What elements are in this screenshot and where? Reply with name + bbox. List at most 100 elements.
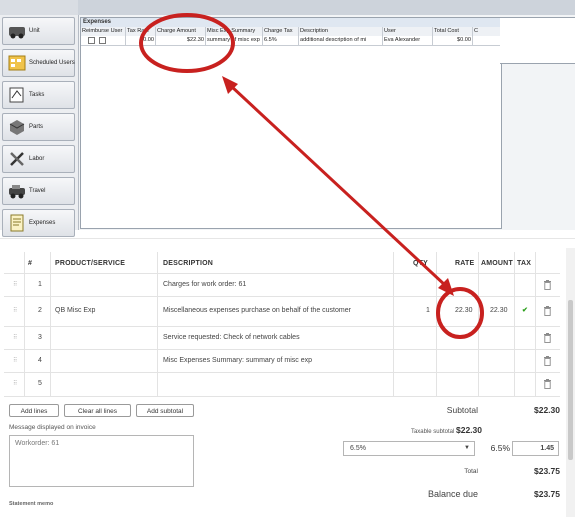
cell-description[interactable]: additional description of mi xyxy=(299,36,383,45)
sidebar-item-unit[interactable]: Unit xyxy=(2,17,75,45)
statement-memo-label: Statement memo xyxy=(9,501,54,507)
scheduled-users-icon xyxy=(8,55,26,71)
column-header-charge-tax[interactable]: Charge Tax xyxy=(263,27,299,36)
tax-rate-select-value: 6.5% xyxy=(350,445,366,452)
add-lines-button[interactable]: Add lines xyxy=(9,404,59,417)
column-divider xyxy=(535,252,536,396)
column-header-reimburse-user[interactable]: Reimburse User xyxy=(81,27,126,36)
column-header-total-cost[interactable]: Total Cost xyxy=(433,27,473,36)
column-header-misc-exp-summary[interactable]: Misc Exp Summary xyxy=(206,27,263,36)
column-header-c[interactable]: C xyxy=(473,27,501,36)
parts-icon xyxy=(9,120,25,135)
column-header-charge-amount[interactable]: Charge Amount xyxy=(156,27,206,36)
cell-misc-exp-summary[interactable]: summary of misc exp xyxy=(206,36,263,45)
cell-c[interactable] xyxy=(473,36,501,45)
total-value: $23.75 xyxy=(534,466,560,476)
sidebar-item-scheduled-users[interactable]: Scheduled Users xyxy=(2,49,75,77)
cell-user[interactable]: Eva Alexander xyxy=(383,36,433,45)
invoice-top-border xyxy=(0,238,575,249)
line-rate[interactable]: 22.30 xyxy=(455,307,473,314)
column-header-description: DESCRIPTION xyxy=(163,260,214,267)
cell-reimburse-user[interactable] xyxy=(81,36,126,45)
trash-icon[interactable] xyxy=(543,356,552,366)
drag-handle-icon[interactable]: ⠿ xyxy=(13,308,19,314)
clear-all-lines-button[interactable]: Clear all lines xyxy=(64,404,131,417)
column-divider xyxy=(514,252,515,396)
sidebar-item-parts[interactable]: Parts xyxy=(2,113,75,141)
cell-charge-amount[interactable]: $22.30 xyxy=(156,36,206,45)
column-header-user[interactable]: User xyxy=(383,27,433,36)
line-description[interactable]: Charges for work order: 61 xyxy=(163,281,246,288)
row-divider xyxy=(4,326,560,327)
line-number: 3 xyxy=(38,334,42,341)
drag-handle-icon[interactable]: ⠿ xyxy=(13,282,19,288)
line-product-service[interactable]: QB Misc Exp xyxy=(55,307,95,314)
sidebar-item-label: Scheduled Users xyxy=(29,60,75,66)
taxable-subtotal-label: Taxable subtotal xyxy=(410,429,455,435)
column-header-description[interactable]: Description xyxy=(299,27,383,36)
tax-check-icon[interactable]: ✔ xyxy=(522,306,528,314)
trash-icon[interactable] xyxy=(543,379,552,389)
column-divider xyxy=(50,252,51,396)
trash-icon[interactable] xyxy=(543,306,552,316)
tax-amount-input[interactable]: 1.45 xyxy=(512,441,559,456)
line-description[interactable]: Miscellaneous expenses purchase on behal… xyxy=(163,307,351,314)
row-divider xyxy=(4,349,560,350)
line-description[interactable]: Service requested: Check of network cabl… xyxy=(163,334,300,341)
row-expand-icon[interactable] xyxy=(88,37,95,44)
taxable-subtotal-value: $22.30 xyxy=(456,425,482,435)
add-subtotal-button[interactable]: Add subtotal xyxy=(136,404,194,417)
line-number: 5 xyxy=(38,380,42,387)
total-label: Total xyxy=(464,468,478,475)
drag-handle-icon[interactable]: ⠿ xyxy=(13,381,19,387)
line-number: 4 xyxy=(38,357,42,364)
line-amount[interactable]: 22.30 xyxy=(490,307,508,314)
sidebar-item-label: Parts xyxy=(29,124,44,130)
line-qty[interactable]: 1 xyxy=(426,307,430,314)
drag-handle-icon[interactable]: ⠿ xyxy=(13,335,19,341)
row-divider xyxy=(4,273,560,274)
sidebar-item-tasks[interactable]: Tasks xyxy=(2,81,75,109)
tax-rate-select[interactable]: 6.5% ▼ xyxy=(343,441,475,456)
cell-total-cost[interactable]: $0.00 xyxy=(433,36,473,45)
chevron-down-icon: ▼ xyxy=(464,445,470,451)
sidebar-item-travel[interactable]: Travel xyxy=(2,177,75,205)
scrollbar-thumb[interactable] xyxy=(568,300,573,460)
expenses-icon xyxy=(10,214,24,232)
column-header-product-service: PRODUCT/SERVICE xyxy=(55,260,126,267)
trash-icon[interactable] xyxy=(543,333,552,343)
drag-handle-icon[interactable]: ⠿ xyxy=(13,358,19,364)
column-header-number: # xyxy=(28,260,33,267)
column-divider xyxy=(157,252,158,396)
sidebar-item-expenses[interactable]: Expenses xyxy=(2,209,75,237)
subtotal-label: Subtotal xyxy=(446,405,478,415)
line-description[interactable]: Misc Expenses Summary: summary of misc e… xyxy=(163,357,312,364)
tax-rate-display: 6.5% xyxy=(490,443,510,453)
balance-due-label: Balance due xyxy=(427,489,478,499)
grid-extension xyxy=(500,17,575,64)
subtotal-value: $22.30 xyxy=(534,405,560,415)
grid-row-divider xyxy=(81,45,501,46)
message-field[interactable]: Workorder: 61 xyxy=(9,435,194,487)
row-divider xyxy=(4,372,560,373)
sidebar-item-labor[interactable]: Labor xyxy=(2,145,75,173)
message-value: Workorder: 61 xyxy=(15,440,60,447)
trash-icon[interactable] xyxy=(543,280,552,290)
taxable-subtotal-row: Taxable subtotal $22.30 xyxy=(370,425,482,435)
line-number: 2 xyxy=(38,307,42,314)
sidebar-item-label: Travel xyxy=(29,188,46,194)
sidebar-item-label: Expenses xyxy=(29,220,56,226)
expenses-grid-title: Expenses xyxy=(81,18,501,27)
labor-icon xyxy=(10,152,24,166)
cell-tax-rate[interactable]: $0.00 xyxy=(126,36,156,45)
column-divider xyxy=(478,252,479,396)
sidebar-item-label: Unit xyxy=(29,28,40,34)
cell-charge-tax[interactable]: 6.5% xyxy=(263,36,299,45)
row-divider xyxy=(4,396,560,397)
reimburse-checkbox[interactable] xyxy=(98,37,106,44)
expenses-grid: Expenses Reimburse User Tax Rate Charge … xyxy=(80,17,502,229)
column-divider xyxy=(393,252,394,396)
column-header-tax-rate[interactable]: Tax Rate xyxy=(126,27,156,36)
column-header-tax: TAX xyxy=(517,260,532,267)
message-label: Message displayed on invoice xyxy=(9,424,96,431)
